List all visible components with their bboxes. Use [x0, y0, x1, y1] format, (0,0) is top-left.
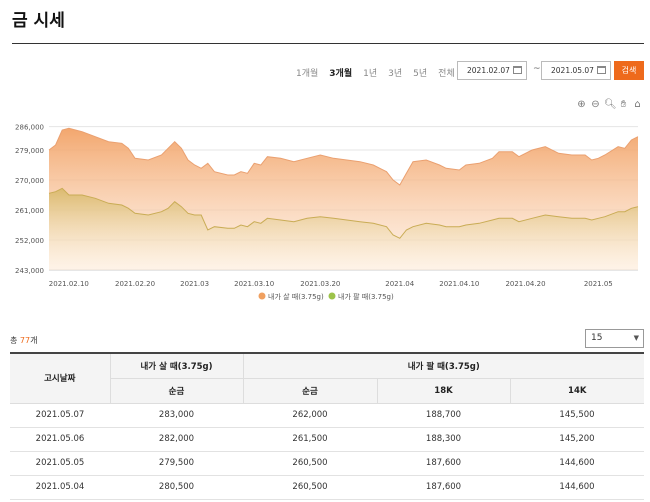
tab-1-year[interactable]: 1년 — [363, 66, 377, 79]
cell-sell-pure: 260,500 — [243, 475, 377, 500]
total-count: 총 77개 — [10, 335, 37, 346]
total-prefix: 총 — [10, 336, 20, 345]
x-tick-label: 2021.02.10 — [49, 280, 89, 288]
page-size-value: 15 — [591, 333, 603, 343]
cell-date: 2021.05.05 — [10, 451, 110, 476]
x-tick-label: 2021.04 — [385, 280, 414, 288]
x-tick-label: 2021.04.10 — [439, 280, 479, 288]
cell-date: 2021.05.06 — [10, 427, 110, 452]
legend-label: 내가 팔 때(3.75g) — [338, 292, 394, 301]
y-tick-label: 252,000 — [15, 237, 44, 245]
sub-14k-header: 14K — [510, 378, 644, 404]
x-tick-label: 2021.02.20 — [115, 280, 155, 288]
col-date-header: 고시날짜 — [10, 352, 111, 404]
group-sell-header: 내가 팔 때(3.75g) — [243, 352, 644, 379]
end-date-value: 2021.05.07 — [551, 66, 594, 75]
tab-5-years[interactable]: 5년 — [413, 66, 427, 79]
y-tick-label: 279,000 — [15, 147, 44, 155]
cell-buy-pure: 283,000 — [110, 403, 243, 428]
y-tick-label: 261,000 — [15, 207, 44, 215]
x-tick-label: 2021.03.10 — [234, 280, 274, 288]
table-row: 2021.05.06 282,000 261,500 188,300 145,2… — [10, 427, 644, 452]
cell-sell-18k: 188,300 — [377, 427, 510, 452]
cell-sell-18k: 188,700 — [377, 403, 510, 428]
title-divider — [12, 43, 644, 44]
legend-label: 내가 살 때(3.75g) — [268, 292, 324, 301]
chevron-down-icon: ▼ — [633, 334, 639, 342]
tab-1-month[interactable]: 1개월 — [296, 66, 318, 79]
cell-date: 2021.05.04 — [10, 475, 110, 500]
total-suffix: 개 — [30, 336, 38, 345]
price-table: 고시날짜 내가 살 때(3.75g) 내가 팔 때(3.75g) 순금 순금 1… — [10, 352, 644, 500]
x-tick-label: 2021.04.20 — [505, 280, 545, 288]
cell-sell-pure: 261,500 — [243, 427, 377, 452]
cell-sell-14k: 144,600 — [510, 475, 644, 500]
cell-sell-14k: 144,600 — [510, 451, 644, 476]
cell-sell-pure: 262,000 — [243, 403, 377, 428]
table-row: 2021.05.05 279,500 260,500 187,600 144,6… — [10, 451, 644, 476]
tab-3-years[interactable]: 3년 — [388, 66, 402, 79]
table-row: 2021.05.07 283,000 262,000 188,700 145,5… — [10, 403, 644, 428]
y-tick-label: 270,000 — [15, 177, 44, 185]
period-tabs: 1개월 3개월 1년 3년 5년 전체 — [296, 66, 466, 79]
table-row: 2021.05.04 280,500 260,500 187,600 144,6… — [10, 475, 644, 500]
sub-sell-pure-header: 순금 — [243, 378, 378, 404]
x-tick-label: 2021.03.20 — [300, 280, 340, 288]
legend-marker — [328, 292, 336, 300]
end-date-field[interactable]: 2021.05.07 — [541, 61, 611, 80]
calendar-icon[interactable] — [597, 66, 606, 74]
legend-marker — [258, 292, 266, 300]
calendar-icon[interactable] — [513, 66, 522, 74]
x-tick-label: 2021.03 — [180, 280, 209, 288]
cell-date: 2021.05.07 — [10, 403, 110, 428]
cell-sell-pure: 260,500 — [243, 451, 377, 476]
cell-buy-pure: 279,500 — [110, 451, 243, 476]
page-size-select[interactable]: 15 ▼ — [585, 329, 644, 348]
x-tick-label: 2021.05 — [584, 280, 613, 288]
search-button[interactable]: 검색 — [614, 61, 644, 80]
cell-buy-pure: 282,000 — [110, 427, 243, 452]
start-date-value: 2021.02.07 — [467, 66, 510, 75]
group-buy-header: 내가 살 때(3.75g) — [110, 352, 244, 379]
cell-sell-18k: 187,600 — [377, 475, 510, 500]
price-chart: 286,000 279,000 270,000 261,000 252,000 243,0… — [15, 124, 639, 301]
cell-sell-14k: 145,200 — [510, 427, 644, 452]
y-tick-label: 286,000 — [15, 124, 44, 132]
cell-sell-18k: 187,600 — [377, 451, 510, 476]
y-tick-label: 243,000 — [15, 267, 44, 275]
start-date-field[interactable]: 2021.02.07 — [457, 61, 527, 80]
tab-all[interactable]: 전체 — [438, 66, 455, 79]
total-number: 77 — [19, 336, 31, 345]
cell-buy-pure: 280,500 — [110, 475, 243, 500]
date-separator: ~ — [533, 64, 541, 74]
sub-18k-header: 18K — [377, 378, 511, 404]
page-title: 금 시세 — [12, 11, 65, 31]
sub-buy-pure-header: 순금 — [110, 378, 244, 404]
tab-3-months[interactable]: 3개월 — [329, 66, 352, 79]
cell-sell-14k: 145,500 — [510, 403, 644, 428]
